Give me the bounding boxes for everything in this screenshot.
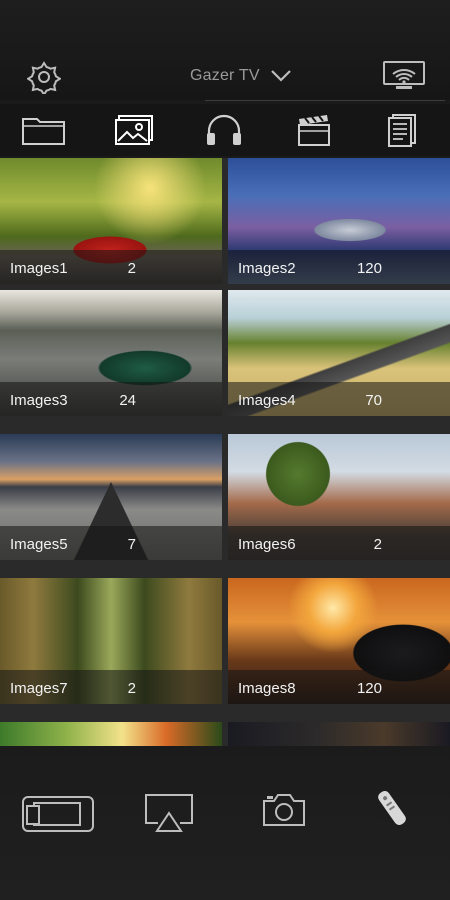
album-name: Images8 <box>238 680 296 697</box>
album-thumbnail <box>228 722 450 746</box>
airplay-icon <box>145 794 193 832</box>
document-icon <box>388 114 416 147</box>
album-count: 24 <box>119 392 136 409</box>
image-icon <box>115 115 153 145</box>
chevron-down-icon <box>270 69 292 83</box>
album-count: 2 <box>127 680 136 697</box>
album-grid: Images1 2 Images2 120 Images3 24 Images4… <box>0 158 450 746</box>
album-tile[interactable]: Images4 70 <box>228 290 450 416</box>
tab-images[interactable] <box>110 110 158 150</box>
screen-mirror-button[interactable] <box>20 794 96 834</box>
tab-music[interactable] <box>200 110 248 150</box>
album-count: 120 <box>356 680 382 697</box>
airplay-button[interactable] <box>143 792 195 834</box>
headphones-icon <box>207 114 241 145</box>
camera-icon <box>263 794 305 826</box>
bottom-toolbar <box>0 746 450 900</box>
tab-documents[interactable] <box>378 110 426 150</box>
album-tile[interactable]: Images3 24 <box>0 290 222 416</box>
album-count: 70 <box>365 392 382 409</box>
album-count: 7 <box>127 536 136 553</box>
album-name: Images2 <box>238 260 296 277</box>
device-title: Gazer TV <box>190 67 260 84</box>
tab-video[interactable] <box>290 110 338 150</box>
album-count: 2 <box>127 260 136 277</box>
album-name: Images6 <box>238 536 296 553</box>
remote-button[interactable] <box>374 786 410 830</box>
album-count: 120 <box>356 260 382 277</box>
album-tile[interactable]: Images5 7 <box>0 434 222 560</box>
app-header: Gazer TV <box>0 0 450 100</box>
album-tile[interactable]: Images8 120 <box>228 578 450 704</box>
album-tile[interactable]: Images7 2 <box>0 578 222 704</box>
album-name: Images1 <box>10 260 68 277</box>
album-tile[interactable]: Images1 2 <box>0 158 222 284</box>
album-name: Images3 <box>10 392 68 409</box>
camera-button[interactable] <box>260 790 308 830</box>
album-name: Images7 <box>10 680 68 697</box>
cast-icon[interactable] <box>382 60 426 92</box>
folder-icon <box>22 118 65 145</box>
tab-folder[interactable] <box>20 110 68 150</box>
screen-mirror-icon <box>22 796 94 832</box>
clapperboard-icon <box>298 115 330 146</box>
album-tile[interactable]: Images2 120 <box>228 158 450 284</box>
media-tabs <box>0 104 450 156</box>
device-selector[interactable]: Gazer TV <box>190 64 292 88</box>
album-name: Images4 <box>238 392 296 409</box>
album-thumbnail <box>0 722 222 746</box>
album-tile-partial[interactable] <box>228 722 450 746</box>
remote-icon <box>378 790 406 826</box>
album-count: 2 <box>373 536 382 553</box>
header-divider <box>205 100 445 101</box>
album-tile-partial[interactable] <box>0 722 222 746</box>
album-tile[interactable]: Images6 2 <box>228 434 450 560</box>
album-name: Images5 <box>10 536 68 553</box>
gear-icon[interactable] <box>26 60 62 97</box>
